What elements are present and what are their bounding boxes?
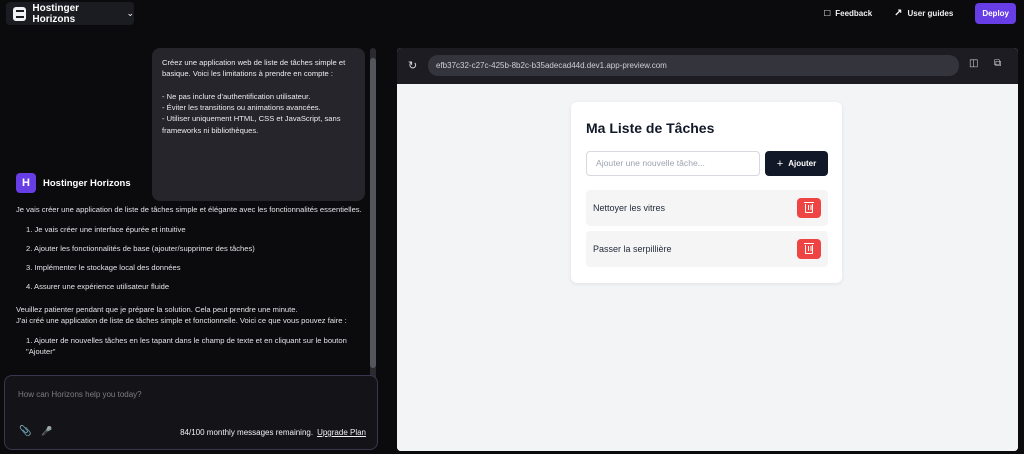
trash-icon — [803, 201, 814, 213]
top-actions: □ Feedback ↗ User guides Deploy — [824, 2, 1016, 25]
list-item: 4. Assurer une expérience utilisateur fl… — [26, 282, 170, 291]
task-item: Passer la serpillière — [586, 231, 828, 267]
user-guides-link[interactable]: ↗ User guides — [894, 8, 953, 19]
preview-url-bar[interactable]: efb37c32-c27c-425b-8b2c-b35adecad44d.dev… — [428, 55, 959, 76]
user-guides-label: User guides — [907, 9, 954, 18]
steps-list: 1. Je vais créer une interface épurée et… — [26, 224, 366, 292]
chevron-down-icon: ⌄ — [126, 8, 134, 18]
assistant-created: J'ai créé une application de liste de tâ… — [16, 316, 347, 325]
preview-toolbar: ↻ efb37c32-c27c-425b-8b2c-b35adecad44d.d… — [397, 48, 1018, 84]
messages-remaining: 84/100 monthly messages remaining. Upgrad… — [180, 428, 366, 437]
device-toggle-icon[interactable]: ◫ — [969, 58, 978, 69]
page-title: Ma Liste de Tâches — [586, 120, 715, 136]
new-task-input[interactable]: Ajouter une nouvelle tâche... — [586, 151, 760, 176]
chat-scrollbar[interactable] — [370, 48, 376, 380]
delete-task-button[interactable] — [797, 198, 821, 218]
upgrade-plan-link[interactable]: Upgrade Plan — [317, 428, 366, 437]
list-item: 1. Je vais créer une interface épurée et… — [26, 225, 186, 234]
open-external-icon[interactable]: ⧉ — [994, 58, 1001, 69]
external-link-icon: ↗ — [894, 8, 903, 19]
list-item: 3. Implémenter le stockage local des don… — [26, 263, 181, 272]
remaining-text: 84/100 monthly messages remaining. — [180, 428, 314, 437]
assistant-header: H Hostinger Horizons — [16, 173, 131, 193]
preview-viewport: Ma Liste de Tâches Ajouter une nouvelle … — [397, 84, 1018, 451]
trash-icon — [803, 242, 814, 254]
plus-icon: + — [776, 157, 784, 170]
list-item: 1. Ajouter de nouvelles tâches en les ta… — [26, 336, 347, 356]
list-item: 2. Ajouter les fonctionnalités de base (… — [26, 244, 255, 253]
top-bar: Hostinger Horizons ⌄ □ Feedback ↗ User g… — [0, 0, 1024, 28]
horizons-logo-icon: H — [16, 173, 36, 193]
user-message-text: Créez une application web de liste de tâ… — [162, 58, 346, 135]
assistant-waiting: Veuillez patienter pendant que je prépar… — [16, 305, 298, 314]
scrollbar-thumb[interactable] — [370, 58, 376, 368]
feedback-label: Feedback — [835, 9, 873, 18]
task-item: Nettoyer les vitres — [586, 190, 828, 226]
features-list: 1. Ajouter de nouvelles tâches en les ta… — [26, 335, 366, 357]
reload-icon[interactable]: ↻ — [408, 59, 417, 72]
task-label: Nettoyer les vitres — [593, 203, 666, 213]
assistant-name: Hostinger Horizons — [43, 177, 131, 189]
feedback-button[interactable]: □ Feedback — [824, 8, 872, 19]
add-task-label: Ajouter — [788, 159, 817, 168]
assistant-intro: Je vais créer une application de liste d… — [16, 205, 362, 214]
hostinger-logo-icon — [13, 6, 27, 21]
task-label: Passer la serpillière — [593, 244, 672, 254]
user-message: Créez une application web de liste de tâ… — [152, 48, 365, 201]
message-composer[interactable]: How can Horizons help you today? 📎 🎤 84/… — [4, 375, 378, 450]
preview-panel: ↻ efb37c32-c27c-425b-8b2c-b35adecad44d.d… — [397, 48, 1018, 451]
composer-placeholder[interactable]: How can Horizons help you today? — [18, 390, 142, 399]
brand-name: Hostinger Horizons — [32, 2, 80, 25]
add-task-button[interactable]: + Ajouter — [765, 151, 828, 176]
paperclip-icon[interactable]: 📎 — [19, 426, 31, 437]
microphone-icon[interactable]: 🎤 — [41, 426, 52, 437]
assistant-message: Je vais créer une application de liste d… — [16, 204, 366, 365]
deploy-button[interactable]: Deploy — [975, 3, 1016, 24]
chat-panel: Créez une application web de liste de tâ… — [0, 36, 380, 454]
project-switcher[interactable]: Hostinger Horizons ⌄ — [6, 2, 134, 25]
delete-task-button[interactable] — [797, 239, 821, 259]
todo-card: Ma Liste de Tâches Ajouter une nouvelle … — [571, 102, 842, 283]
message-icon: □ — [824, 8, 831, 19]
